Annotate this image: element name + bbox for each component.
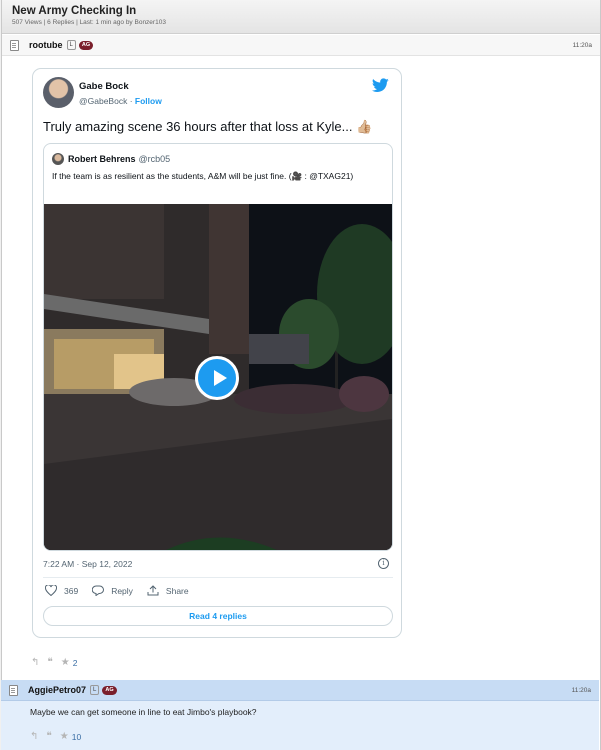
post-header: AggiePetro07 L AG 11:20a [1, 680, 599, 701]
play-icon[interactable] [195, 356, 239, 400]
twitter-bird-icon[interactable] [372, 78, 389, 93]
tweet-date[interactable]: 7:22 AM · Sep 12, 2022 [43, 559, 132, 569]
divider [43, 577, 393, 578]
doc-icon[interactable] [9, 684, 18, 696]
quote-icon[interactable]: ❝ [47, 657, 52, 668]
tweet-author-handle[interactable]: @GabeBock [79, 96, 127, 106]
tweet-author-name[interactable]: Gabe Bock [79, 81, 129, 92]
thread-stats: 507 Views | 6 Replies | Last: 1 min ago … [12, 19, 166, 26]
quote-text: If the team is as resilient as the stude… [52, 171, 354, 181]
video-player[interactable] [44, 204, 392, 550]
thread-title[interactable]: New Army Checking In [12, 5, 590, 17]
star-icon[interactable]: ★ [60, 731, 69, 742]
star-icon[interactable]: ★ [61, 657, 70, 668]
embedded-tweet[interactable]: Gabe Bock @GabeBock · Follow Truly amazi… [32, 68, 402, 638]
like-count: 369 [64, 585, 79, 596]
license-badge: L [66, 40, 76, 50]
star-count[interactable]: 2 [73, 658, 78, 668]
quote-author-name[interactable]: Robert Behrens [68, 154, 136, 164]
info-icon[interactable]: i [378, 558, 389, 569]
quote-author-line: Robert Behrens @rcb05 [68, 154, 170, 164]
quote-author-handle[interactable]: @rcb05 [139, 154, 171, 164]
forum-page: New Army Checking In 507 Views | 6 Repli… [1, 0, 601, 750]
tweet-author-avatar[interactable] [43, 77, 74, 108]
follow-link[interactable]: Follow [135, 96, 162, 106]
share-action[interactable]: Share [147, 585, 189, 596]
post-actions: ↰ ❝ ★ 10 [30, 731, 81, 742]
quoted-tweet[interactable]: Robert Behrens @rcb05 If the team is as r… [43, 143, 393, 551]
tweet-actions: 369 Reply Share [45, 585, 203, 596]
ag-badge: AG [78, 40, 94, 50]
share-icon [147, 585, 159, 596]
post-time: 11:20a [572, 41, 592, 49]
reply-label: Reply [111, 585, 133, 596]
post-username[interactable]: AggiePetro07 [28, 685, 86, 695]
license-badge: L [90, 685, 100, 695]
post-body: Maybe we can get someone in line to eat … [30, 707, 257, 717]
ag-badge: AG [102, 685, 117, 695]
tweet-author-handle-line: @GabeBock · Follow [79, 96, 162, 106]
thread-header: New Army Checking In 507 Views | 6 Repli… [2, 0, 600, 34]
share-label: Share [165, 585, 189, 596]
reply-arrow-icon[interactable]: ↰ [30, 731, 38, 742]
quote-author-avatar[interactable] [52, 153, 64, 165]
post-header: rootube L AG 11:20a [2, 35, 600, 56]
heart-icon [45, 585, 57, 596]
reply-arrow-icon[interactable]: ↰ [31, 657, 39, 668]
post-username[interactable]: rootube [29, 40, 63, 50]
post-actions: ↰ ❝ ★ 2 [31, 657, 77, 668]
quote-icon[interactable]: ❝ [46, 731, 51, 742]
reply-action[interactable]: Reply [92, 585, 133, 596]
read-replies-button[interactable]: Read 4 replies [43, 606, 393, 626]
reply-bubble-icon [92, 585, 105, 596]
star-count[interactable]: 10 [72, 732, 81, 742]
doc-icon[interactable] [10, 39, 19, 51]
post-time: 11:20a [571, 686, 591, 694]
like-action[interactable]: 369 [45, 585, 78, 596]
reply-post: AggiePetro07 L AG 11:20a Maybe we can ge… [1, 680, 599, 750]
tweet-text: Truly amazing scene 36 hours after that … [43, 119, 373, 134]
